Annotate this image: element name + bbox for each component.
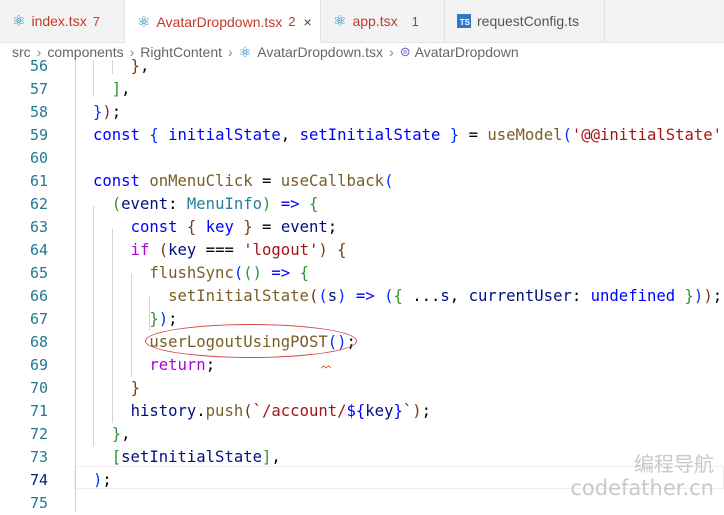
code-line: 61 const onMenuClick = useCallback( (0, 170, 724, 193)
code-text: const { key } = event; (130, 218, 338, 236)
code-line: 63 const { key } = event; (0, 216, 724, 239)
line-number: 61 (29, 172, 48, 190)
tab-label: AvatarDropdown.tsx (156, 13, 283, 30)
code-line: 59 const { initialState, setInitialState… (0, 124, 724, 147)
tab-requestconfig-ts[interactable]: TS requestConfig.ts (445, 0, 605, 42)
line-number: 57 (29, 80, 48, 98)
annotation-ellipse (145, 324, 357, 358)
editor-tab-bar: ⚛ index.tsx 7 ⚛ AvatarDropdown.tsx 2 × ⚛… (0, 0, 724, 43)
tab-label: requestConfig.ts (477, 13, 579, 29)
tab-avatardropdown-tsx[interactable]: ⚛ AvatarDropdown.tsx 2 × (125, 0, 321, 43)
line-number: 64 (29, 241, 48, 259)
code-line: 60 (0, 147, 724, 170)
code-text: }); (93, 103, 122, 121)
line-number: 60 (29, 149, 48, 167)
code-text: } (130, 379, 140, 397)
problem-count-badge: 1 (411, 13, 419, 29)
line-number: 58 (29, 103, 48, 121)
code-line: 62 (event: MenuInfo) => { (0, 193, 724, 216)
line-number: 66 (29, 287, 48, 305)
code-line: 68 userLogoutUsingPOST(); (0, 331, 724, 354)
code-text: }, (130, 57, 150, 75)
line-number: 56 (29, 57, 48, 75)
code-line: 71 history.push(`/account/${key}`); (0, 400, 724, 423)
tab-index-tsx[interactable]: ⚛ index.tsx 7 (0, 0, 125, 42)
code-line: 67 }); (0, 308, 724, 331)
code-line: 70 } (0, 377, 724, 400)
line-number: 65 (29, 264, 48, 282)
code-line: 65 flushSync(() => { (0, 262, 724, 285)
line-number: 73 (29, 448, 48, 466)
problem-count-badge: 7 (92, 13, 100, 29)
code-line: 57 ], (0, 78, 724, 101)
tab-app-tsx[interactable]: ⚛ app.tsx 1 (321, 0, 445, 42)
line-number: 68 (29, 333, 48, 351)
code-text: if (key === 'logout') { (130, 241, 347, 259)
code-line: 73 [setInitialState], (0, 446, 724, 469)
watermark-title: 编程导航 (634, 452, 714, 476)
code-text: (event: MenuInfo) => { (111, 195, 319, 213)
code-text: }); (149, 310, 178, 328)
warning-squiggle (321, 365, 331, 369)
code-text: [setInitialState], (111, 448, 281, 466)
react-icon: ⚛ (137, 13, 151, 31)
line-number: 67 (29, 310, 48, 328)
code-text: ); (93, 471, 112, 489)
line-number: 63 (29, 218, 48, 236)
code-text: ], (111, 80, 131, 98)
code-text: history.push(`/account/${key}`); (130, 402, 432, 420)
code-editor[interactable]: 56 }, 57 ], 58 }); 59 const { initialSta… (0, 57, 724, 512)
watermark-url: codefather.cn (570, 476, 714, 500)
line-number: 59 (29, 126, 48, 144)
line-number: 69 (29, 356, 48, 374)
problem-count-badge: 2 (288, 14, 296, 29)
react-icon: ⚛ (12, 13, 26, 30)
code-line: 72 }, (0, 423, 724, 446)
tab-label: app.tsx (352, 13, 398, 29)
code-line: 56 }, (0, 55, 724, 78)
line-number: 62 (29, 195, 48, 213)
line-number: 74 (29, 471, 48, 489)
tab-label: index.tsx (31, 13, 87, 29)
code-text: flushSync(() => { (149, 264, 309, 282)
code-line: 58 }); (0, 101, 724, 124)
code-text: setInitialState((s) => ({ ...s, currentU… (168, 287, 723, 305)
line-number: 70 (29, 379, 48, 397)
code-text: }, (111, 425, 131, 443)
code-text: const onMenuClick = useCallback( (93, 172, 394, 190)
code-text: return; (149, 356, 216, 374)
typescript-icon: TS (457, 14, 471, 28)
close-icon[interactable]: × (304, 14, 312, 30)
code-text: const { initialState, setInitialState } … (93, 126, 724, 144)
line-number: 72 (29, 425, 48, 443)
code-line: 69 return; (0, 354, 724, 377)
code-line: 64 if (key === 'logout') { (0, 239, 724, 262)
code-line: 66 setInitialState((s) => ({ ...s, curre… (0, 285, 724, 308)
line-number: 71 (29, 402, 48, 420)
react-icon: ⚛ (333, 13, 347, 30)
